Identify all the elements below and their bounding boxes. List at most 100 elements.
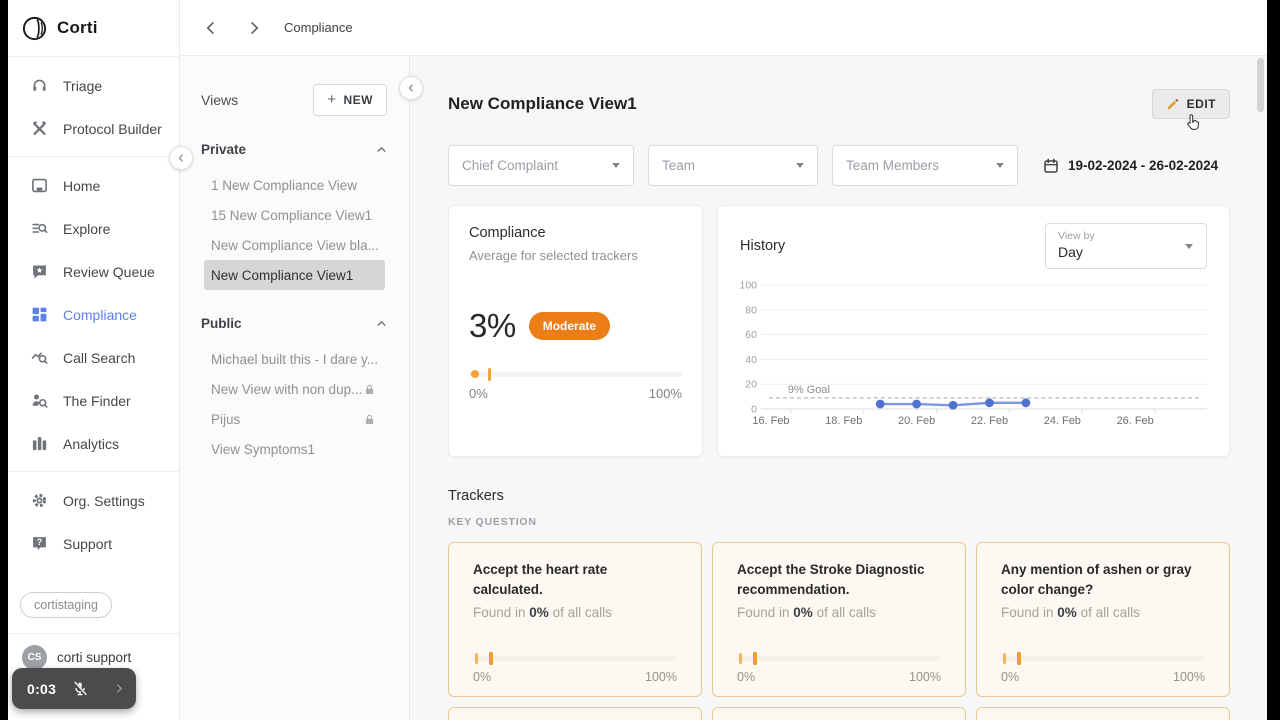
meter-goal-tick <box>753 651 758 665</box>
sidebar-item-review-queue[interactable]: Review Queue <box>8 250 179 293</box>
meter-goal-tick <box>1017 651 1022 665</box>
tracker-card <box>976 707 1230 720</box>
chevron-down-icon <box>796 163 804 168</box>
view-list-item[interactable]: Michael built this - I dare y... <box>204 344 385 374</box>
scale-max-label: 100% <box>909 669 941 684</box>
gear-icon <box>31 492 48 509</box>
view-list-item[interactable]: New View with non dup... <box>204 374 385 404</box>
call-timer-pill[interactable]: 0:03 <box>12 668 136 709</box>
svg-text:80: 80 <box>745 305 757 316</box>
view-list-item[interactable]: 1 New Compliance View <box>204 170 385 200</box>
chevron-down-icon <box>1185 244 1193 249</box>
public-views-list: Michael built this - I dare y... New View… <box>204 344 385 464</box>
sidebar-item-compliance[interactable]: Compliance <box>8 293 179 336</box>
view-by-value: Day <box>1058 244 1083 260</box>
app-window: Corti Triage Protocol Builder Home Explore R… <box>8 0 1267 720</box>
sidebar-item-label: Call Search <box>63 349 136 366</box>
sidebar-item-label: Explore <box>63 220 111 237</box>
status-badge: Moderate <box>528 312 611 340</box>
compliance-summary-card: Compliance Average for selected trackers… <box>448 205 703 457</box>
view-list-item[interactable]: View Symptoms1 <box>204 434 385 464</box>
sidebar-item-the-finder[interactable]: The Finder <box>8 379 179 422</box>
sidebar-item-org-settings[interactable]: Org. Settings <box>8 479 179 522</box>
svg-text:9% Goal: 9% Goal <box>788 384 830 396</box>
sidebar-item-support[interactable]: ? Support <box>8 522 179 565</box>
filter-select-chief-complaint[interactable]: Chief Complaint <box>448 145 634 186</box>
nav-back-icon[interactable] <box>203 20 219 36</box>
trackers-title: Trackers <box>448 488 504 504</box>
pencil-icon <box>1166 98 1179 111</box>
lock-icon <box>363 383 376 396</box>
public-section-header[interactable]: Public <box>201 316 387 331</box>
new-view-button-label: NEW <box>343 93 373 107</box>
tracker-question: Accept the heart rate calculated. <box>473 562 608 598</box>
view-by-select[interactable]: View by Day <box>1045 223 1207 269</box>
date-range-picker[interactable]: 19-02-2024 - 26-02-2024 <box>1043 158 1218 174</box>
main-content: New Compliance View1 EDIT Chief Complain… <box>410 56 1267 720</box>
sidebar-section: Org. Settings? Support <box>8 472 179 571</box>
view-item-label: New Compliance View1 <box>211 267 354 283</box>
chevron-down-icon <box>612 163 620 168</box>
scale-min-label: 0% <box>1001 669 1020 684</box>
private-section-header[interactable]: Private <box>201 142 387 157</box>
expand-call-panel-icon[interactable] <box>114 683 125 694</box>
sidebar-item-label: Support <box>63 535 113 552</box>
scale-max-label: 100% <box>645 669 677 684</box>
sidebar-item-analytics[interactable]: Analytics <box>8 422 179 465</box>
tracker-meter <box>473 651 677 665</box>
meter-value-tick <box>739 652 743 664</box>
view-item-label: Michael built this - I dare y... <box>211 351 379 367</box>
sidebar-item-protocol-builder[interactable]: Protocol Builder <box>8 107 179 150</box>
tools-icon <box>31 120 48 137</box>
tracker-found-text: Found in 0% of all calls <box>737 604 876 620</box>
lock-icon <box>363 413 376 426</box>
meter-goal-tick <box>488 368 492 381</box>
chevron-up-icon <box>376 144 387 155</box>
scale-min-label: 0% <box>473 669 492 684</box>
tracker-card <box>448 707 702 720</box>
view-list-item[interactable]: Pijus <box>204 404 385 434</box>
sidebar-item-explore[interactable]: Explore <box>8 207 179 250</box>
tracker-cards-grid-row2 <box>448 707 1230 720</box>
scrollbar-thumb[interactable] <box>1257 58 1264 112</box>
edit-button[interactable]: EDIT <box>1151 89 1230 119</box>
sidebar-item-home[interactable]: Home <box>8 164 179 207</box>
sidebar-nav: Triage Protocol Builder Home Explore Review … <box>8 57 179 571</box>
filter-select-team[interactable]: Team <box>648 145 818 186</box>
view-list-item[interactable]: New Compliance View1 <box>204 260 385 290</box>
compliance-meter <box>469 368 682 381</box>
tracker-question: Any mention of ashen or gray color chang… <box>1001 562 1192 598</box>
tracker-cards-grid: Accept the heart rate calculated. Found i… <box>448 542 1230 697</box>
view-list-item[interactable]: New Compliance View bla... <box>204 230 385 260</box>
person-search-icon <box>31 392 48 409</box>
new-view-button[interactable]: + NEW <box>313 84 387 116</box>
org-badge: cortistaging <box>20 592 112 618</box>
svg-text:16. Feb: 16. Feb <box>752 415 789 427</box>
scale-max-label: 100% <box>648 386 682 401</box>
review-queue-icon <box>31 263 48 280</box>
sidebar-item-triage[interactable]: Triage <box>8 64 179 107</box>
calendar-icon <box>1043 158 1059 174</box>
svg-text:26. Feb: 26. Feb <box>1117 415 1154 427</box>
help-bubble-icon: ? <box>31 535 48 552</box>
history-card-title: History <box>740 238 786 254</box>
svg-text:20. Feb: 20. Feb <box>898 415 935 427</box>
sidebar-item-label: Compliance <box>63 306 137 323</box>
date-range-value: 19-02-2024 - 26-02-2024 <box>1068 158 1219 173</box>
collapse-views-panel-button[interactable] <box>399 76 423 100</box>
sidebar-item-call-search[interactable]: Call Search <box>8 336 179 379</box>
view-item-label: 15 New Compliance View1 <box>211 207 373 223</box>
chevron-up-icon <box>376 318 387 329</box>
collapse-sidebar-button[interactable] <box>169 146 193 170</box>
tracker-card: Accept the Stroke Diagnostic recommendat… <box>712 542 966 697</box>
workspace: Compliance Views + NEW Private 1 New Com… <box>180 0 1267 720</box>
filter-select-team-members[interactable]: Team Members <box>832 145 1018 186</box>
user-name: corti support <box>57 650 132 665</box>
topbar: Compliance <box>180 0 1267 56</box>
page-title: New Compliance View1 <box>448 94 637 113</box>
nav-forward-icon[interactable] <box>246 20 262 36</box>
svg-text:22. Feb: 22. Feb <box>971 415 1008 427</box>
view-list-item[interactable]: 15 New Compliance View1 <box>204 200 385 230</box>
microphone-muted-icon[interactable] <box>72 681 88 697</box>
svg-text:20: 20 <box>745 380 757 391</box>
